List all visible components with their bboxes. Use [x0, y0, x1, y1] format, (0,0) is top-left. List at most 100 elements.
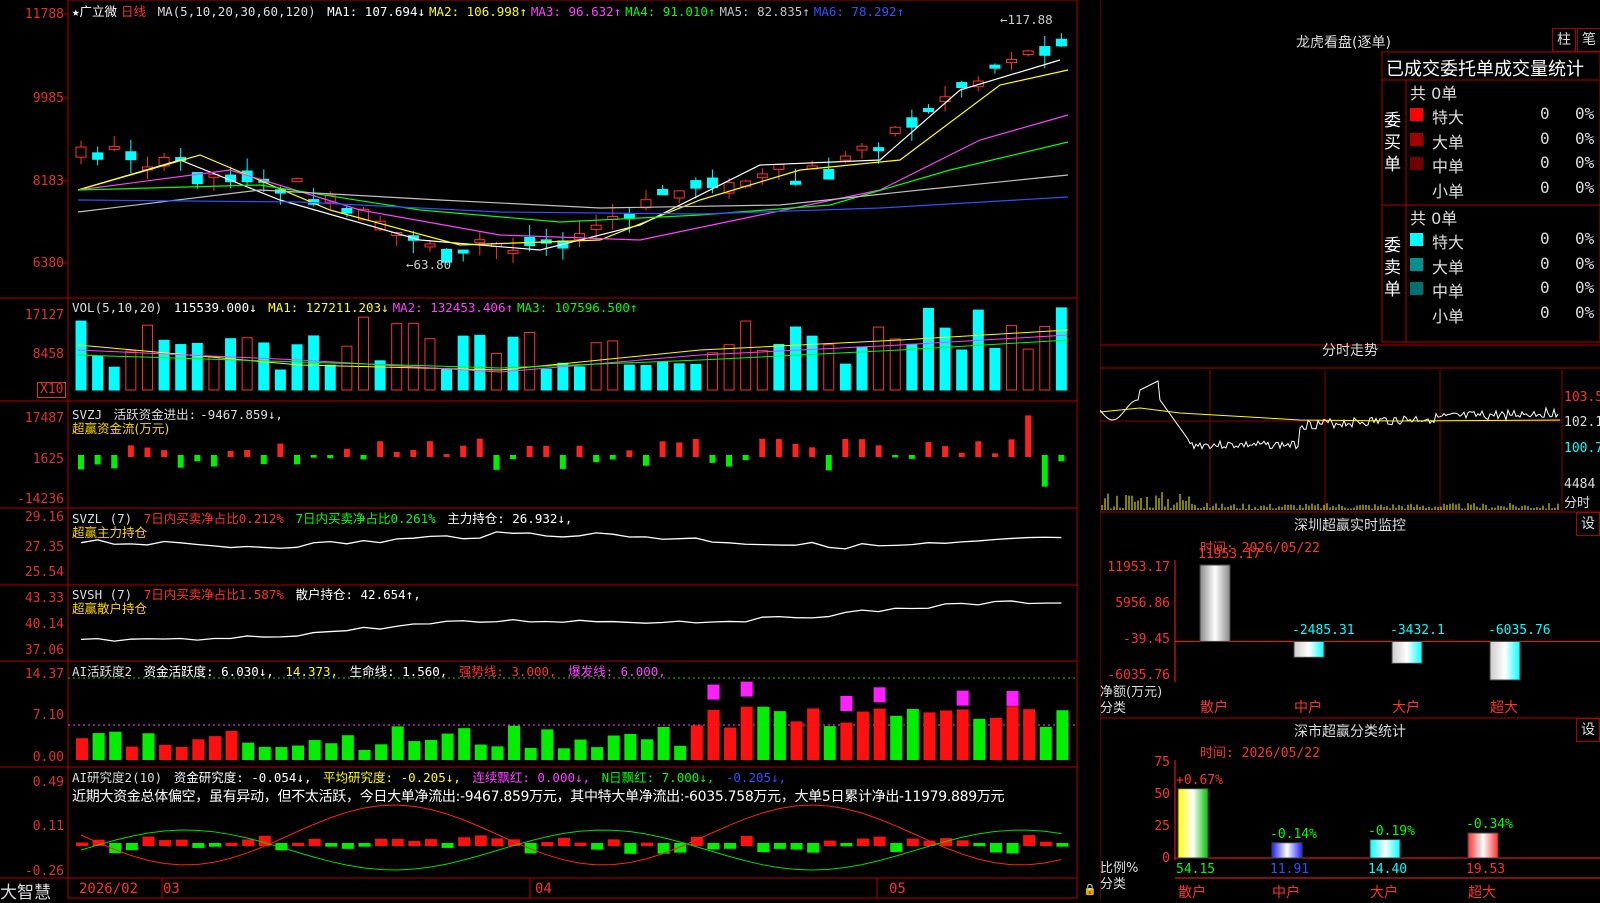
volume-bar [906, 343, 918, 391]
volume-bar [108, 366, 120, 391]
fund-flow-bar [94, 455, 101, 465]
class-category-label: 超大 [1468, 885, 1496, 901]
activity-bar [375, 744, 388, 760]
volume-bar [1055, 307, 1067, 391]
candle-body [341, 207, 353, 214]
activity-bar [92, 733, 105, 760]
monitor-bar [1489, 640, 1521, 681]
research-bar [225, 842, 238, 846]
buy-row-count: 0 [1540, 153, 1550, 172]
fund-flow-bar [343, 448, 350, 457]
candle-body [590, 224, 602, 230]
volume-bar [607, 340, 619, 391]
intraday-title: 分时走势 [1322, 343, 1378, 359]
activity-bar [508, 725, 521, 760]
volume-bar [241, 337, 253, 391]
fund-flow-bar [975, 441, 982, 457]
activity-bar [724, 727, 737, 760]
candle-body [92, 152, 104, 160]
buy-row-name: 特大 [1432, 108, 1465, 127]
volume-bar [839, 363, 851, 391]
activity-bar [125, 746, 138, 760]
intraday-vol-label: 4484 [1564, 477, 1596, 492]
activity-bar [325, 743, 338, 760]
fund-flow-bar [526, 445, 533, 457]
sell-row: 特大 0 0% [1410, 229, 1600, 252]
sell-color-swatch [1410, 307, 1423, 320]
candle-body [524, 236, 536, 247]
monitor-category-label: 中户 [1294, 700, 1322, 716]
monitor-bar [1391, 640, 1423, 664]
kline-area[interactable]: 11788 9985 8183 6380 ★广立微 日线 MA(5,10,20,3… [0, 0, 1100, 903]
activity-bar [640, 739, 653, 760]
activity-bar [740, 706, 753, 760]
activity-bar [225, 730, 238, 760]
research-bar [76, 842, 88, 846]
fund-flow-bar [809, 447, 816, 457]
ai-research-axis-label: 0.11 [32, 819, 64, 834]
volume-bar [274, 369, 286, 391]
activity-bar [873, 708, 886, 760]
fund-flow-bar [709, 455, 716, 463]
volume-bar [208, 356, 220, 391]
volume-bar [922, 307, 934, 391]
favorite-star-icon[interactable]: ★ [72, 4, 80, 19]
fund-flow-bar [227, 450, 234, 457]
monitor-bar [1293, 640, 1325, 658]
fund-flow-bar [559, 455, 566, 469]
volume-bar [424, 338, 436, 391]
retail-holding-line [80, 600, 1062, 642]
buy-row-count: 0 [1540, 104, 1550, 123]
ai-activity-label: AI活跃度2 [72, 664, 133, 679]
research-bar [973, 843, 986, 847]
candle-body [1006, 59, 1018, 64]
sz-class-settings-button[interactable]: 设 [1576, 718, 1600, 742]
buy-color-swatch [1410, 132, 1423, 146]
ai-research-header: AI研究度2(10) 资金研究度: -0.054↓, 平均研究度: -0.205… [72, 767, 790, 786]
ai-research-text1: 资金研究度: -0.054↓, [173, 770, 312, 785]
research-bar [707, 843, 720, 850]
fund-flow-bar [177, 455, 184, 468]
sell-color-swatch [1410, 233, 1423, 246]
candle-body [839, 155, 851, 161]
bar-view-button[interactable]: 柱 [1552, 28, 1576, 52]
research-bar [757, 843, 770, 853]
class-value-label: 19.53 [1466, 862, 1506, 877]
activity-bar [591, 747, 604, 760]
volume-bar [723, 344, 735, 391]
ai-activity-text4: 强势线: 3.000, [458, 664, 557, 679]
vol-value: 115539.000↓ [173, 300, 257, 315]
research-bar [192, 843, 205, 848]
research-bar [491, 838, 504, 846]
class-change-label: +0.67% [1176, 772, 1223, 788]
ma-value: MA2: 106.998↑ [429, 4, 527, 19]
activity-bar [624, 733, 637, 760]
monitor-axis-label: -39.45 [1123, 632, 1170, 647]
period-label[interactable]: 日线 [121, 4, 146, 19]
intraday-price-line [1100, 380, 1559, 451]
tick-view-button[interactable]: 笔 [1577, 28, 1600, 52]
lock-icon[interactable]: 🔒 [1083, 883, 1097, 896]
ma-line [77, 69, 1069, 246]
volume-bar [873, 326, 885, 391]
class-value-label: 11.91 [1270, 862, 1310, 877]
research-bar [341, 843, 354, 849]
volume-bar [540, 368, 552, 391]
candle-body [1039, 46, 1051, 56]
candle-body [956, 82, 968, 89]
research-bar [441, 843, 454, 848]
volume-bar [673, 363, 685, 391]
intraday-unit-label: 分时 [1564, 496, 1591, 511]
volume-bar [1022, 348, 1034, 391]
monitor-bar-label: -6035.76 [1488, 623, 1551, 639]
volume-bar [324, 364, 336, 391]
volume-bar [474, 334, 486, 391]
kline-chart-canvas[interactable] [0, 0, 1100, 900]
ma-value: MA4: 91.010↑ [625, 4, 716, 19]
buy-row-pct: 0% [1575, 128, 1595, 148]
sz-monitor-settings-button[interactable]: 设 [1576, 512, 1600, 536]
activity-bar [408, 741, 421, 760]
candle-body [424, 243, 436, 248]
buy-row-name: 小单 [1432, 181, 1465, 201]
sell-row-pct: 0% [1575, 278, 1595, 297]
